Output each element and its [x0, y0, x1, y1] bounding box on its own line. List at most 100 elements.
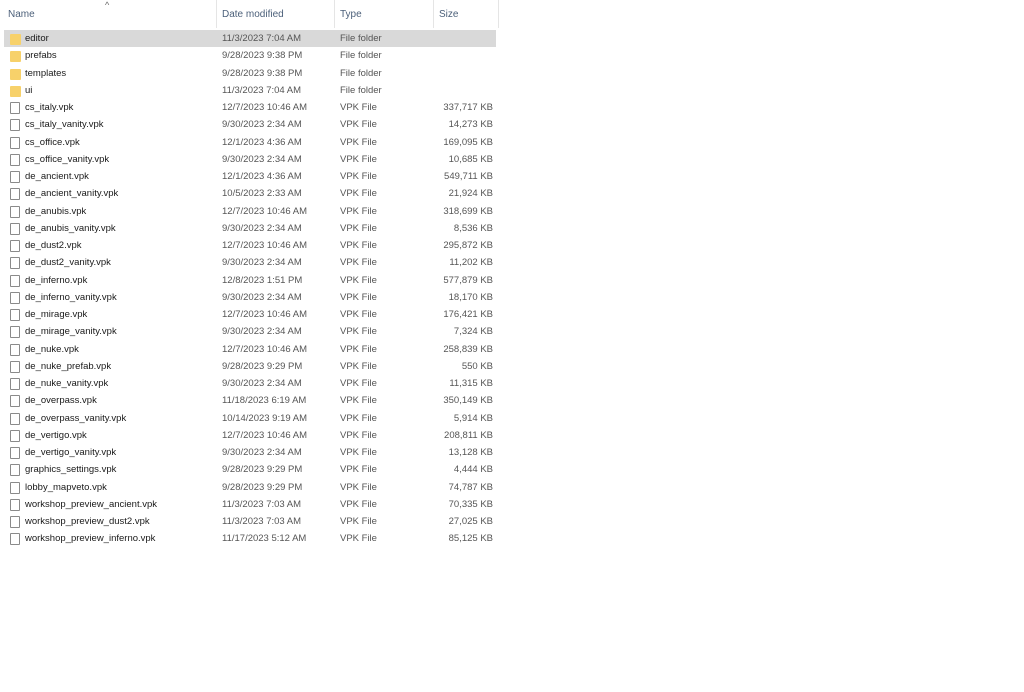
- file-date-modified: 9/30/2023 2:34 AM: [222, 222, 302, 234]
- file-row[interactable]: de_inferno.vpk 12/8/2023 1:51 PM VPK File 5…: [4, 272, 496, 289]
- file-size: 208,811 KB: [444, 429, 493, 441]
- file-row[interactable]: de_dust2.vpk 12/7/2023 10:46 AM VPK File 29…: [4, 237, 496, 254]
- file-name: de_inferno.vpk: [25, 274, 88, 286]
- file-row[interactable]: editor 11/3/2023 7:04 AM File folder: [4, 30, 496, 48]
- file-icon: [10, 205, 20, 218]
- file-row[interactable]: de_nuke.vpk 12/7/2023 10:46 AM VPK File 258…: [4, 341, 496, 358]
- file-row[interactable]: de_nuke_vanity.vpk 9/30/2023 2:34 AM VPK F…: [4, 375, 496, 392]
- file-name: de_nuke.vpk: [25, 343, 79, 355]
- file-name: workshop_preview_inferno.vpk: [25, 533, 156, 545]
- file-name: cs_office_vanity.vpk: [25, 153, 110, 165]
- file-date-modified: 11/3/2023 7:03 AM: [222, 498, 302, 510]
- file-row[interactable]: de_dust2_vanity.vpk 9/30/2023 2:34 AM VPK …: [4, 254, 496, 271]
- column-size-label: Size: [439, 9, 459, 20]
- file-date-modified: 9/28/2023 9:38 PM: [222, 50, 303, 62]
- file-date-modified: 12/7/2023 10:46 AM: [222, 240, 308, 251]
- file-size: 11,202 KB: [449, 257, 493, 269]
- file-row[interactable]: ui 11/3/2023 7:04 AM File folder: [4, 82, 496, 99]
- file-name: editor: [25, 33, 49, 44]
- file-icon: [10, 395, 20, 408]
- file-date-modified: 12/7/2023 10:46 AM: [222, 429, 308, 441]
- file-name: cs_italy_vanity.vpk: [25, 119, 104, 131]
- file-row[interactable]: de_ancient_vanity.vpk 10/5/2023 2:33 AM VP…: [4, 185, 496, 202]
- file-date-modified: 11/3/2023 7:04 AM: [222, 84, 302, 96]
- file-type: VPK File: [340, 378, 377, 389]
- file-row[interactable]: workshop_preview_inferno.vpk 11/17/2023 5…: [4, 530, 496, 547]
- file-row[interactable]: cs_italy_vanity.vpk 9/30/2023 2:34 AM VPK …: [4, 116, 496, 133]
- file-date-modified: 11/18/2023 6:19 AM: [222, 395, 307, 407]
- file-row[interactable]: graphics_settings.vpk 9/28/2023 9:29 PM VP…: [4, 461, 496, 478]
- file-name: de_dust2.vpk: [25, 240, 82, 251]
- file-date-modified: 10/14/2023 9:19 AM: [222, 412, 308, 424]
- file-name: workshop_preview_dust2.vpk: [25, 516, 150, 527]
- file-row[interactable]: de_mirage_vanity.vpk 9/30/2023 2:34 AM VPK…: [4, 323, 496, 340]
- file-name: lobby_mapveto.vpk: [25, 481, 107, 493]
- file-type: VPK File: [340, 447, 377, 458]
- file-size: 10,685 KB: [448, 153, 493, 165]
- column-header: Name ^ Date modified Type Size: [0, 0, 499, 28]
- file-type: VPK File: [340, 291, 377, 303]
- file-icon: [10, 102, 20, 114]
- file-date-modified: 9/28/2023 9:29 PM: [222, 481, 303, 493]
- file-type: VPK File: [340, 257, 377, 269]
- file-row[interactable]: cs_office_vanity.vpk 9/30/2023 2:34 AM VPK…: [4, 151, 496, 168]
- file-row[interactable]: de_nuke_prefab.vpk 9/28/2023 9:29 PM VPK F…: [4, 358, 496, 375]
- column-type[interactable]: Type: [334, 0, 434, 28]
- file-row[interactable]: prefabs 9/28/2023 9:38 PM File folder: [4, 47, 496, 64]
- file-name: de_vertigo.vpk: [25, 429, 87, 441]
- file-name: de_overpass.vpk: [25, 395, 97, 407]
- file-date-modified: 12/7/2023 10:46 AM: [222, 343, 308, 355]
- file-row[interactable]: de_vertigo.vpk 12/7/2023 10:46 AM VPK File…: [4, 427, 496, 444]
- folder-icon: [10, 51, 21, 63]
- file-date-modified: 12/7/2023 10:46 AM: [222, 309, 308, 320]
- column-name[interactable]: Name: [2, 0, 217, 28]
- file-size: 337,717 KB: [443, 102, 493, 113]
- file-type: VPK File: [340, 205, 377, 217]
- file-icon: [10, 326, 20, 339]
- file-row[interactable]: de_anubis.vpk 12/7/2023 10:46 AM VPK File 3…: [4, 203, 496, 220]
- file-icon: [10, 378, 20, 390]
- file-date-modified: 12/7/2023 10:46 AM: [222, 205, 308, 217]
- file-icon: [10, 533, 20, 546]
- file-type: File folder: [340, 84, 382, 96]
- file-size: 85,125 KB: [448, 533, 493, 545]
- file-type: VPK File: [340, 309, 377, 320]
- file-row[interactable]: de_overpass_vanity.vpk 10/14/2023 9:19 AM…: [4, 410, 496, 427]
- file-name: de_mirage_vanity.vpk: [25, 326, 117, 338]
- column-size[interactable]: Size: [433, 0, 499, 28]
- file-type: VPK File: [340, 533, 377, 545]
- file-size: 5,914 KB: [453, 412, 493, 424]
- file-row[interactable]: workshop_preview_ancient.vpk 11/3/2023 7:…: [4, 496, 496, 513]
- column-date-modified[interactable]: Date modified: [216, 0, 335, 28]
- file-icon: [10, 412, 20, 425]
- file-name: de_ancient.vpk: [25, 171, 89, 182]
- file-size: 577,879 KB: [443, 274, 493, 286]
- folder-icon: [10, 34, 21, 45]
- file-row[interactable]: templates 9/28/2023 9:38 PM File folder: [4, 65, 496, 82]
- file-size: 21,924 KB: [448, 188, 493, 200]
- file-date-modified: 9/30/2023 2:34 AM: [222, 447, 302, 458]
- file-date-modified: 9/30/2023 2:34 AM: [222, 378, 302, 389]
- file-row[interactable]: cs_office.vpk 12/1/2023 4:36 AM VPK File 16…: [4, 134, 496, 151]
- file-icon: [10, 464, 20, 477]
- file-row[interactable]: de_anubis_vanity.vpk 9/30/2023 2:34 AM VPK…: [4, 220, 496, 237]
- column-date-label: Date modified: [222, 9, 284, 20]
- file-row[interactable]: cs_italy.vpk 12/7/2023 10:46 AM VPK File 33…: [4, 99, 496, 116]
- file-icon: [10, 447, 20, 459]
- file-row[interactable]: de_vertigo_vanity.vpk 9/30/2023 2:34 AM VP…: [4, 444, 496, 461]
- file-type: File folder: [340, 50, 382, 62]
- file-icon: [10, 240, 20, 252]
- file-size: 27,025 KB: [448, 516, 493, 527]
- file-icon: [10, 257, 20, 270]
- file-row[interactable]: workshop_preview_dust2.vpk 11/3/2023 7:03…: [4, 513, 496, 530]
- file-row[interactable]: de_inferno_vanity.vpk 9/30/2023 2:34 AM VP…: [4, 289, 496, 306]
- file-row[interactable]: de_overpass.vpk 11/18/2023 6:19 AM VPK Fil…: [4, 392, 496, 409]
- file-name: prefabs: [25, 50, 57, 62]
- file-size: 13,128 KB: [448, 447, 493, 458]
- file-row[interactable]: de_ancient.vpk 12/1/2023 4:36 AM VPK File 5…: [4, 168, 496, 185]
- file-date-modified: 9/28/2023 9:29 PM: [222, 360, 303, 372]
- file-row[interactable]: lobby_mapveto.vpk 9/28/2023 9:29 PM VPK Fi…: [4, 479, 496, 496]
- file-size: 7,324 KB: [453, 326, 493, 338]
- file-date-modified: 9/28/2023 9:29 PM: [222, 464, 303, 476]
- file-row[interactable]: de_mirage.vpk 12/7/2023 10:46 AM VPK File 1…: [4, 306, 496, 323]
